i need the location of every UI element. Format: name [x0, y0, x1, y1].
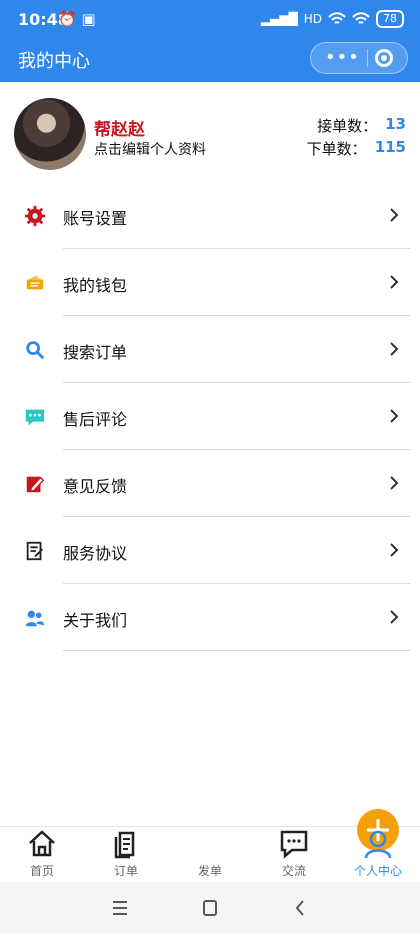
- menu-label-after-sales-comments: 售后评论: [63, 410, 128, 429]
- status-bar: 10:48 ⏰ ▣ ▂▄▆█ HD 78: [0, 0, 420, 40]
- chevron-right-icon: [390, 275, 399, 289]
- chevron-right-icon: [390, 610, 399, 624]
- chevron-right-icon: [390, 476, 399, 490]
- menu-label-search-orders: 搜索订单: [63, 343, 128, 362]
- order-stats: 接单数： 13 下单数： 115: [307, 115, 406, 161]
- avatar[interactable]: [14, 98, 86, 170]
- tab-orders-label: 订单: [113, 864, 138, 878]
- edit-profile-link[interactable]: 点击编辑个人资料: [94, 139, 206, 159]
- user-name: 帮赵赵: [94, 120, 145, 140]
- miniprogram-capsule: •••: [310, 42, 408, 74]
- chevron-right-icon: [390, 543, 399, 557]
- system-navigation-bar: [0, 882, 420, 933]
- chat-icon: [280, 830, 308, 859]
- page-title: 我的中心: [18, 51, 90, 72]
- home-icon: [29, 830, 55, 857]
- tab-home-label: 首页: [29, 864, 54, 878]
- menu-item-search-orders[interactable]: 搜索订单: [0, 316, 420, 383]
- tab-chat-label: 交流: [281, 864, 306, 878]
- menu-item-about-us[interactable]: 关于我们: [0, 584, 420, 651]
- status-right-icons: ▂▄▆█ HD 78: [261, 10, 404, 28]
- chevron-right-icon: [390, 342, 399, 356]
- battery-indicator: 78: [376, 10, 404, 28]
- menu-item-service-agreement[interactable]: 服务协议: [0, 517, 420, 584]
- back-icon[interactable]: [290, 898, 310, 918]
- menu-label-feedback: 意见反馈: [63, 477, 128, 496]
- capsule-divider: [366, 49, 368, 67]
- menu-label-about-us: 关于我们: [63, 611, 128, 630]
- wallet-icon: [26, 275, 44, 290]
- recent-apps-icon[interactable]: [110, 898, 130, 918]
- gear-icon: [24, 205, 46, 227]
- posted-label: 下单数：: [306, 140, 367, 158]
- tab-home[interactable]: 首页: [0, 827, 84, 883]
- home-navigation-icon[interactable]: [200, 898, 220, 918]
- bottom-tab-bar: 首页 订单 发单 交流 个人中心: [0, 809, 420, 883]
- chevron-right-icon: [390, 208, 399, 222]
- menu-item-after-sales-comments[interactable]: 售后评论: [0, 383, 420, 450]
- menu-item-wallet[interactable]: 我的钱包: [0, 249, 420, 316]
- users-icon: [25, 610, 45, 627]
- top-bar: 10:48 ⏰ ▣ ▂▄▆█ HD 78 我的中心 •••: [0, 0, 420, 82]
- posted-count: 115: [374, 138, 406, 156]
- settings-menu: 账号设置 我的钱包 搜索订单 售后评论 意见反馈 服务协议 关于我们: [0, 182, 420, 651]
- tab-publish-label: 发单: [197, 864, 222, 878]
- alarm-and-notification-icons: ⏰ ▣: [58, 10, 96, 28]
- close-miniprogram-icon[interactable]: [374, 49, 393, 67]
- divider: [63, 650, 410, 651]
- menu-label-service-agreement: 服务协议: [63, 544, 128, 563]
- search-icon: [26, 341, 45, 360]
- agreement-icon: [26, 541, 43, 561]
- posted-stat: 下单数： 115: [307, 138, 406, 161]
- more-options-icon[interactable]: •••: [325, 49, 360, 67]
- signal-icon: ▂▄▆█: [260, 12, 298, 26]
- wifi-icon: [328, 12, 346, 24]
- menu-label-wallet: 我的钱包: [63, 276, 128, 295]
- hd-network-label: HD: [303, 12, 322, 26]
- comment-icon: [25, 409, 45, 426]
- menu-label-account-settings: 账号设置: [63, 209, 128, 228]
- menu-item-account-settings[interactable]: 账号设置: [0, 182, 420, 249]
- accepted-stat: 接单数： 13: [307, 115, 406, 138]
- accepted-label: 接单数：: [317, 117, 378, 135]
- tab-chat[interactable]: 交流: [252, 827, 336, 883]
- tab-publish[interactable]: 发单: [168, 809, 399, 883]
- accepted-count: 13: [385, 115, 406, 133]
- profile-card[interactable]: 帮赵赵 点击编辑个人资料 接单数： 13 下单数： 115: [0, 82, 420, 182]
- menu-item-feedback[interactable]: 意见反馈: [0, 450, 420, 517]
- tab-orders[interactable]: 订单: [84, 827, 168, 883]
- tab-profile[interactable]: 个人中心: [336, 827, 420, 883]
- chevron-right-icon: [390, 409, 399, 423]
- person-icon: [364, 830, 392, 859]
- tab-profile-label: 个人中心: [353, 864, 402, 878]
- feedback-icon: [26, 476, 45, 493]
- orders-icon: [114, 831, 135, 859]
- wifi-alt-icon: [352, 12, 370, 24]
